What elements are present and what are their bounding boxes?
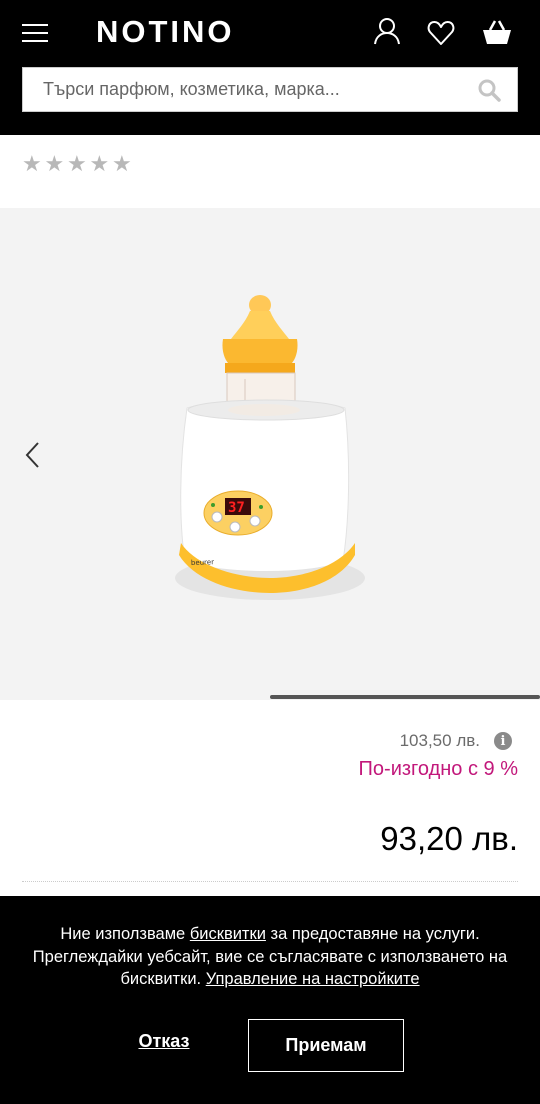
cookie-consent-banner: Ние използваме бисквитки за предоставяне…	[0, 896, 540, 1104]
product-image-bottle-warmer[interactable]: 37 beurer	[165, 293, 375, 623]
cookie-message: Ние използваме бисквитки за предоставяне…	[16, 923, 524, 991]
product-image-gallery[interactable]: 37 beurer	[0, 208, 540, 700]
section-divider	[22, 881, 518, 882]
heart-icon[interactable]	[426, 16, 456, 48]
search-input[interactable]	[43, 68, 463, 111]
user-icon[interactable]	[372, 16, 402, 48]
display-readout: 37	[228, 500, 245, 516]
star-icon: ★	[112, 152, 132, 177]
svg-text:beurer: beurer	[191, 558, 214, 567]
hamburger-menu-icon[interactable]	[22, 22, 50, 44]
star-icon: ★	[67, 152, 87, 177]
star-icon: ★	[44, 152, 65, 177]
refuse-button[interactable]: Отказ	[120, 1031, 208, 1052]
cookies-link[interactable]: бисквитки	[190, 925, 266, 943]
basket-icon[interactable]	[481, 16, 511, 48]
current-price: 93,20 лв.	[380, 820, 518, 857]
search-bar	[22, 67, 518, 112]
star-icon: ★	[89, 152, 110, 177]
discount-label: По-изгодно с 9 %	[358, 758, 518, 780]
old-price-row: 103,50 лв. i	[400, 731, 512, 751]
cookie-text-part: Ние използваме	[60, 925, 190, 943]
top-header: NOTINO	[0, 0, 540, 135]
accept-button[interactable]: Приемам	[248, 1019, 404, 1072]
notino-logo[interactable]: NOTINO	[96, 14, 235, 50]
search-icon[interactable]	[477, 78, 501, 102]
star-icon: ★	[22, 152, 42, 177]
old-price: 103,50 лв.	[399, 731, 480, 750]
manage-settings-link[interactable]: Управление на настройките	[206, 970, 420, 988]
info-icon[interactable]: i	[494, 732, 512, 750]
product-rating-stars[interactable]: ★ ★ ★ ★ ★	[22, 153, 135, 177]
chevron-left-icon[interactable]	[22, 440, 46, 470]
gallery-scroll-indicator[interactable]	[270, 695, 540, 699]
